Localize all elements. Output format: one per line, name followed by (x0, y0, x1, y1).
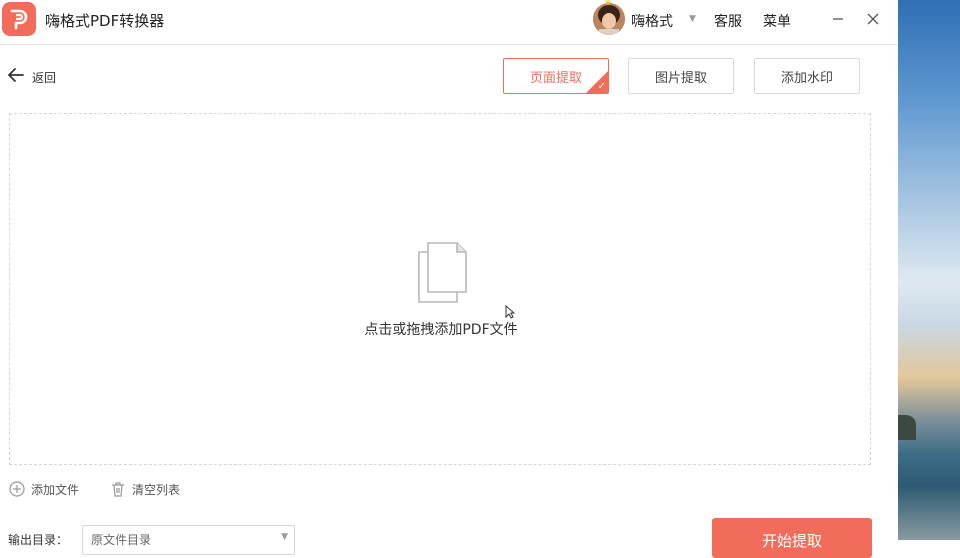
mouse-cursor-icon (505, 304, 516, 323)
start-extract-button[interactable]: 开始提取 (712, 518, 872, 558)
tab-label: 图片提取 (654, 70, 707, 86)
clear-list-button[interactable]: 清空列表 (110, 480, 180, 498)
app-logo-icon (2, 2, 36, 36)
back-button[interactable]: 返回 (8, 67, 56, 87)
crown-icon: ♛ (604, 0, 613, 8)
add-file-label: 添加文件 (31, 482, 80, 497)
minimize-icon[interactable] (827, 8, 849, 30)
tab-image-extract[interactable]: 图片提取 (628, 58, 734, 94)
file-drop-zone[interactable]: 点击或拖拽添加PDF文件 (9, 113, 871, 465)
plus-circle-icon (9, 481, 25, 497)
trash-icon (112, 482, 124, 497)
customer-service-link[interactable]: 客服 (714, 11, 742, 31)
chevron-down-icon[interactable]: ▼ (689, 14, 696, 24)
chevron-down-icon: ▼ (281, 532, 288, 542)
documents-icon (416, 240, 470, 308)
output-dir-value: 原文件目录 (91, 533, 152, 547)
tab-page-extract[interactable]: 页面提取 ✓ (503, 58, 609, 94)
menu-link[interactable]: 菜单 (763, 11, 791, 31)
title-bar: 嗨格式PDF转换器 ♛ 嗨格式 ▼ 客服 菜单 (0, 0, 898, 45)
back-label: 返回 (32, 70, 57, 85)
tab-add-watermark[interactable]: 添加水印 (754, 58, 860, 94)
tab-label: 页面提取 (529, 70, 582, 86)
username[interactable]: 嗨格式 (631, 11, 673, 31)
tab-label: 添加水印 (780, 70, 833, 86)
add-file-button[interactable]: 添加文件 (9, 480, 79, 498)
app-window: 嗨格式PDF转换器 ♛ 嗨格式 ▼ 客服 菜单 返回 页面提取 ✓ 图片提取 添… (0, 0, 898, 558)
close-icon[interactable] (862, 8, 884, 30)
clear-list-label: 清空列表 (132, 482, 181, 497)
drop-hint: 点击或拖拽添加PDF文件 (364, 322, 518, 338)
app-title: 嗨格式PDF转换器 (45, 12, 165, 30)
arrow-left-icon (8, 68, 24, 86)
output-dir-select[interactable]: 原文件目录 ▼ (82, 525, 295, 555)
desktop-wallpaper (898, 0, 960, 540)
check-icon: ✓ (597, 81, 606, 92)
